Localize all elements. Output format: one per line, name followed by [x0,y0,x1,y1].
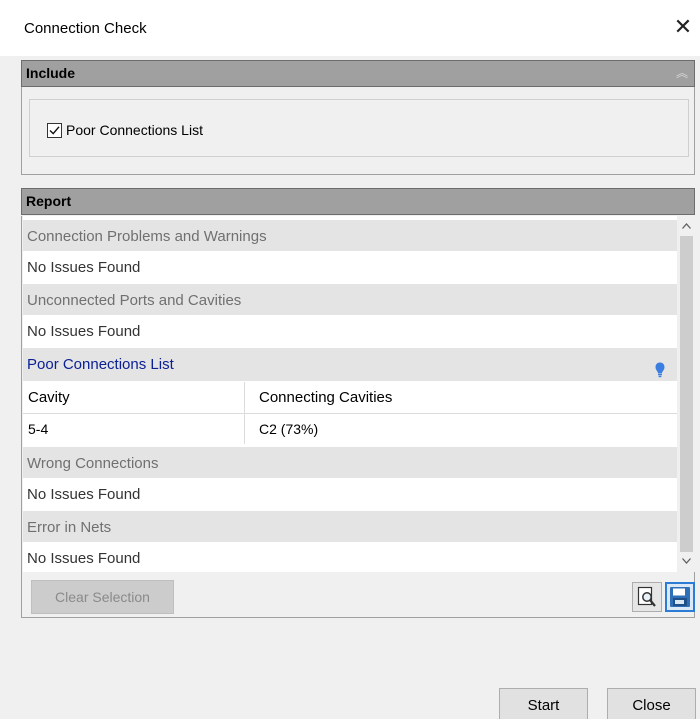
include-panel: Poor Connections List [21,87,695,175]
poor-connections-table: Cavity Connecting Cavities 5-4 C2 (73%) [23,382,677,445]
group-value: No Issues Found [23,542,677,572]
save-button[interactable] [665,582,695,612]
group-header-error-in-nets[interactable]: Error in Nets [23,511,677,544]
print-preview-button[interactable] [632,582,662,612]
report-header-label: Report [26,193,72,209]
poor-connections-checkbox[interactable]: Poor Connections List [47,122,203,138]
group-value: No Issues Found [23,315,677,348]
checkbox-label: Poor Connections List [66,122,203,138]
collapse-icon[interactable]: ︽ [676,64,688,81]
group-header-unconnected-ports[interactable]: Unconnected Ports and Cavities [23,284,677,317]
group-header-connection-problems[interactable]: Connection Problems and Warnings [23,220,677,253]
report-section-header[interactable]: Report [21,188,695,215]
include-section-header[interactable]: Include ︽ [21,60,695,87]
print-preview-icon [637,586,656,607]
scroll-up-icon[interactable] [678,218,695,235]
save-icon [670,587,690,607]
report-panel: Connection Problems and Warnings No Issu… [21,216,695,618]
report-list: Connection Problems and Warnings No Issu… [23,216,677,572]
window-title: Connection Check [24,20,147,37]
column-header-connecting-cavities[interactable]: Connecting Cavities [245,382,677,413]
scrollbar-thumb[interactable] [680,236,693,552]
row-divider [23,413,677,414]
table-cell[interactable]: 5-4 [23,414,244,445]
close-button[interactable]: Close [607,688,696,719]
group-header-wrong-connections[interactable]: Wrong Connections [23,447,677,480]
title-bar: Connection Check ✕ [0,0,700,56]
group-value: No Issues Found [23,478,677,511]
table-cell[interactable]: C2 (73%) [245,414,677,445]
close-icon[interactable]: ✕ [672,14,694,40]
group-header-poor-connections[interactable]: Poor Connections List [23,348,677,381]
group-value: No Issues Found [23,251,677,284]
start-button[interactable]: Start [499,688,588,719]
clear-selection-button[interactable]: Clear Selection [31,580,174,614]
scroll-down-icon[interactable] [678,553,695,570]
include-group-box: Poor Connections List [29,99,689,157]
vertical-scrollbar[interactable] [678,216,695,572]
column-header-cavity[interactable]: Cavity [23,382,244,413]
include-header-label: Include [26,65,76,81]
checkbox-checked-icon[interactable] [47,122,62,138]
